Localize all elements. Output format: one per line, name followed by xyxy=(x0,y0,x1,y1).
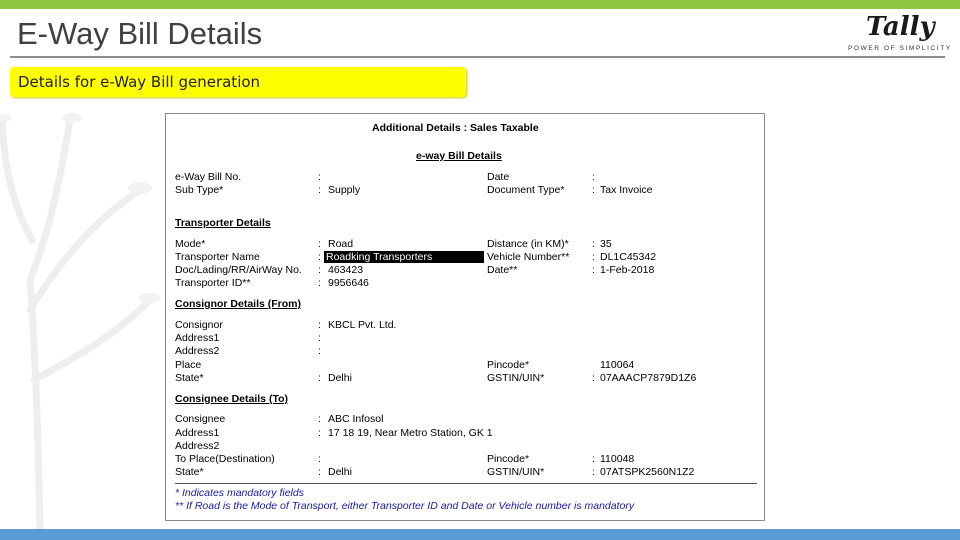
screen-header: Additional Details : Sales Taxable xyxy=(372,122,539,134)
transporter-id-label: Transporter ID** xyxy=(175,277,251,289)
consignee-state-field[interactable]: Delhi xyxy=(328,466,352,478)
distance-label: Distance (in KM)* xyxy=(487,238,569,250)
sub-type-field[interactable]: Supply xyxy=(328,184,360,196)
consignor-gstin-label: GSTIN/UIN* xyxy=(487,372,545,384)
colon: : xyxy=(592,238,595,250)
colon: : xyxy=(318,466,321,478)
colon: : xyxy=(592,453,595,465)
distance-field[interactable]: 35 xyxy=(600,238,612,250)
slide-title: E-Way Bill Details xyxy=(17,16,263,51)
colon: : xyxy=(318,319,321,331)
tally-logo: Tally POWER OF SIMPLICITY xyxy=(846,12,950,56)
colon: : xyxy=(318,184,321,196)
section-title: e-way Bill Details xyxy=(416,150,502,162)
title-divider xyxy=(10,56,945,58)
sub-type-label: Sub Type* xyxy=(175,184,224,196)
consignor-address2-label: Address2 xyxy=(175,345,220,357)
colon: : xyxy=(318,332,321,344)
colon: : xyxy=(592,184,595,196)
transporter-id-field[interactable]: 9956646 xyxy=(328,277,369,289)
consignor-gstin-field[interactable]: 07AAACP7879D1Z6 xyxy=(600,372,696,384)
consignee-gstin-label: GSTIN/UIN* xyxy=(487,466,545,478)
consignee-field[interactable]: ABC Infosol xyxy=(328,413,383,425)
consignee-address2-label: Address2 xyxy=(175,440,220,452)
consignor-heading: Consignor Details (From) xyxy=(175,298,302,310)
consignor-state-field[interactable]: Delhi xyxy=(328,372,352,384)
document-type-field[interactable]: Tax Invoice xyxy=(600,184,653,196)
transporter-name-field[interactable]: Roadking Transporters xyxy=(324,251,484,263)
colon: : xyxy=(592,251,595,263)
consignor-pincode-field[interactable]: 110064 xyxy=(600,359,634,371)
colon: : xyxy=(318,171,321,183)
consignee-heading: Consignee Details (To) xyxy=(175,393,288,405)
mode-label: Mode* xyxy=(175,238,206,250)
transporter-heading: Transporter Details xyxy=(175,217,271,229)
consignee-address1-label: Address1 xyxy=(175,427,220,439)
colon: : xyxy=(318,238,321,250)
doc-no-field[interactable]: 463423 xyxy=(328,264,363,276)
doc-no-label: Doc/Lading/RR/AirWay No. xyxy=(175,264,302,276)
transport-rule-note: ** If Road is the Mode of Transport, eit… xyxy=(175,500,635,512)
date-label: Date xyxy=(487,171,510,183)
doc-date-label: Date** xyxy=(487,264,518,276)
slide: E-Way Bill Details Tally POWER OF SIMPLI… xyxy=(0,0,960,540)
colon: : xyxy=(318,453,321,465)
logo-tagline: POWER OF SIMPLICITY xyxy=(848,45,952,52)
colon: : xyxy=(318,427,321,439)
consignor-address1-label: Address1 xyxy=(175,332,220,344)
colon: : xyxy=(318,413,321,425)
consignor-state-label: State* xyxy=(175,372,204,384)
consignor-pincode-label: Pincode* xyxy=(487,359,530,371)
colon: : xyxy=(318,264,321,276)
subtitle-banner: Details for e-Way Bill generation xyxy=(10,67,466,97)
colon: : xyxy=(318,372,321,384)
mode-field[interactable]: Road xyxy=(328,238,353,250)
eway-bill-details-screen: Additional Details : Sales Taxable e-way… xyxy=(165,113,765,521)
mandatory-note: * Indicates mandatory fields xyxy=(175,487,304,499)
consignee-pincode-field[interactable]: 110048 xyxy=(600,453,634,465)
background-tree-graphic xyxy=(0,113,161,530)
logo-wordmark: Tally xyxy=(866,12,935,42)
bottom-accent-bar xyxy=(0,529,960,540)
vehicle-number-field[interactable]: DL1C45342 xyxy=(600,251,656,263)
consignor-field[interactable]: KBCL Pvt. Ltd. xyxy=(328,319,396,331)
consignee-state-label: State* xyxy=(175,466,204,478)
eway-bill-no-label: e-Way Bill No. xyxy=(175,171,242,183)
colon: : xyxy=(592,372,595,384)
colon: : xyxy=(318,277,321,289)
consignee-address1-field[interactable]: 17 18 19, Near Metro Station, GK 1 xyxy=(328,427,493,439)
colon: : xyxy=(318,251,321,263)
colon: : xyxy=(592,171,595,183)
colon: : xyxy=(318,345,321,357)
consignor-place-label: Place xyxy=(175,359,202,371)
doc-date-field[interactable]: 1-Feb-2018 xyxy=(600,264,654,276)
subtitle-text: Details for e-Way Bill generation xyxy=(18,73,261,91)
consignee-pincode-label: Pincode* xyxy=(487,453,530,465)
colon: : xyxy=(592,466,595,478)
consignee-gstin-field[interactable]: 07ATSPK2560N1Z2 xyxy=(600,466,694,478)
consignor-label: Consignor xyxy=(175,319,223,331)
consignee-place-label: To Place(Destination) xyxy=(175,453,275,465)
vehicle-number-label: Vehicle Number** xyxy=(487,251,570,263)
document-type-label: Document Type* xyxy=(487,184,565,196)
notes-divider xyxy=(175,483,757,484)
colon: : xyxy=(592,264,595,276)
top-accent-bar xyxy=(0,0,960,9)
consignee-label: Consignee xyxy=(175,413,226,425)
transporter-name-label: Transporter Name xyxy=(175,251,260,263)
